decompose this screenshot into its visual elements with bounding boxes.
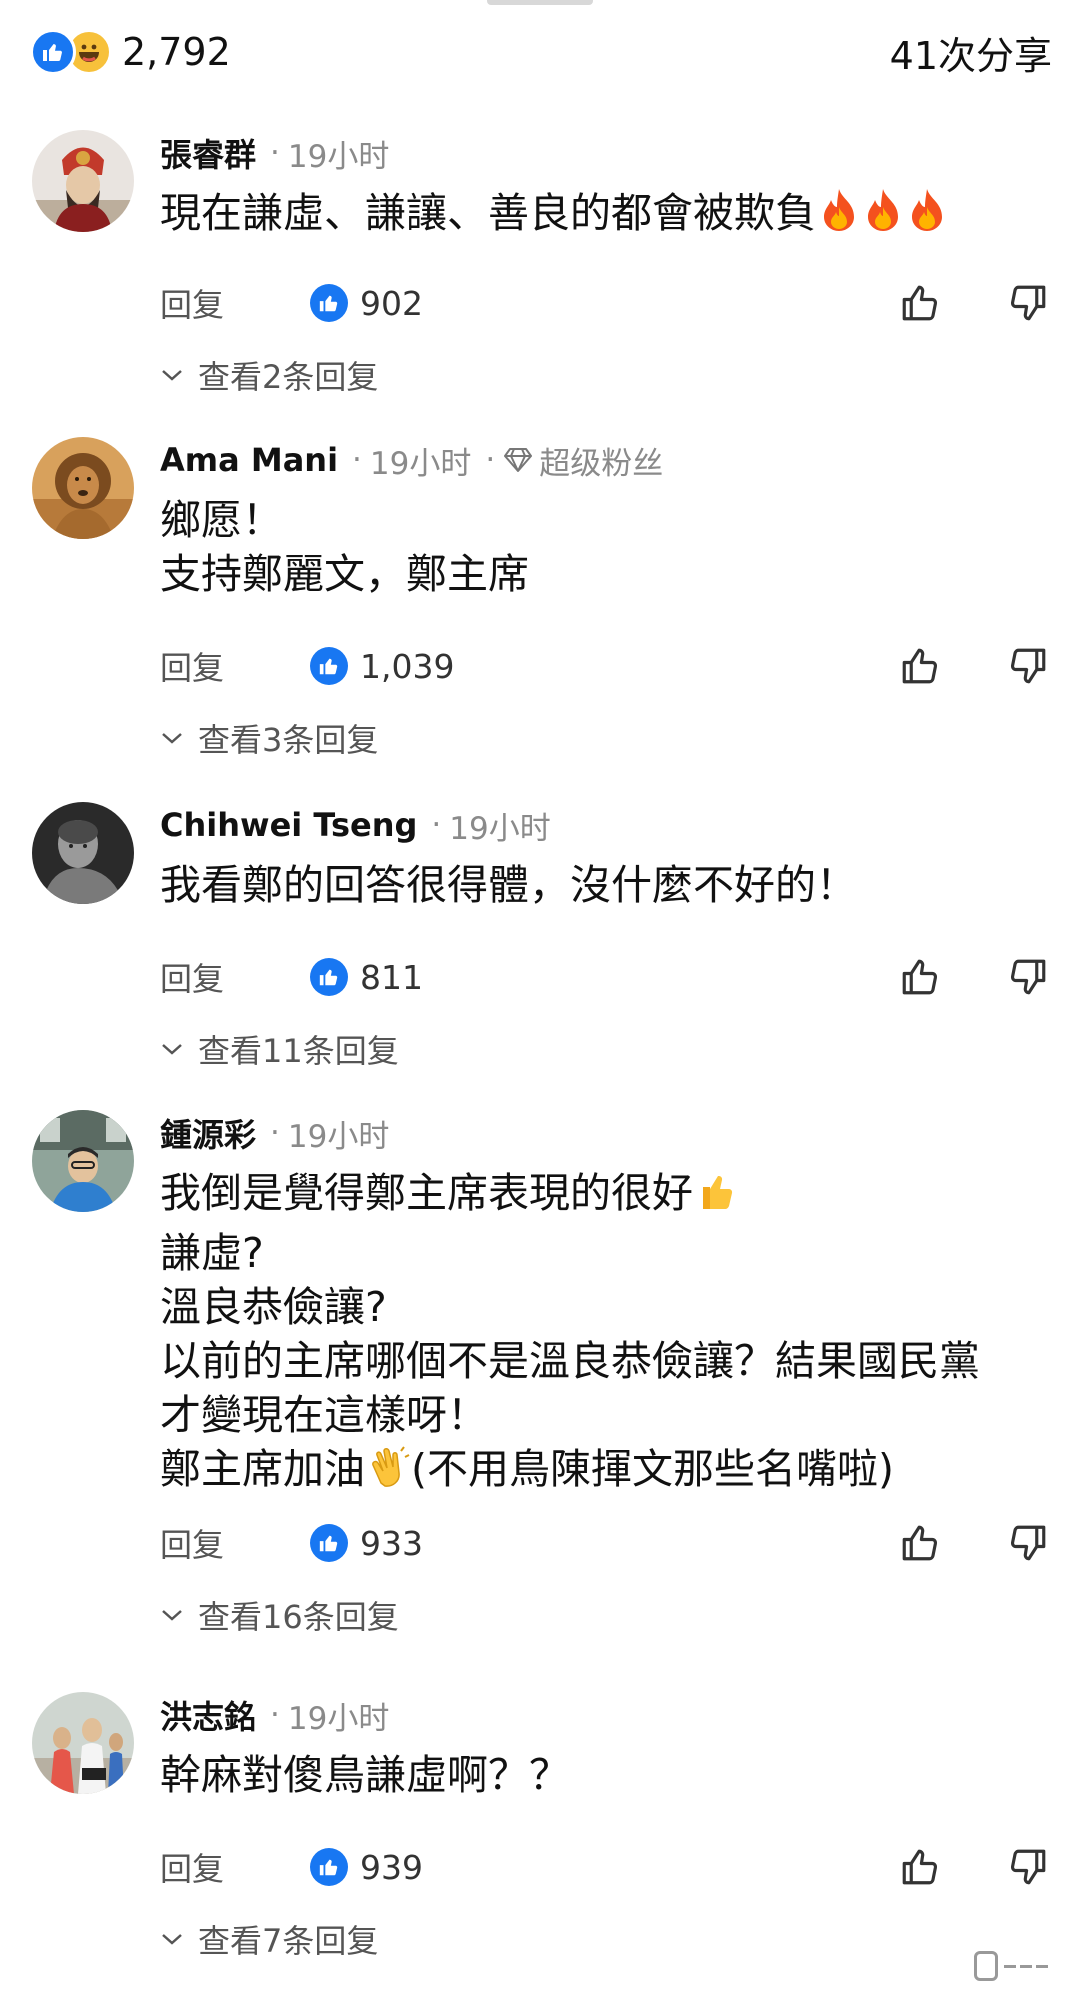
thumbs-up-icon[interactable] (896, 953, 944, 1001)
thumbs-down-icon[interactable] (1004, 1519, 1052, 1567)
thumbs-up-icon[interactable] (896, 279, 944, 327)
sheet-handle[interactable] (487, 0, 593, 5)
comment-time: 19小时 (369, 445, 472, 482)
fire-emoji (862, 187, 904, 246)
chevron-down-icon (162, 733, 182, 744)
chevron-down-icon (162, 370, 182, 381)
thumbs-down-icon[interactable] (1004, 642, 1052, 690)
avatar[interactable] (32, 1692, 134, 1794)
reaction-count: 2,792 (122, 30, 231, 74)
fire-emoji (906, 187, 948, 246)
like-count: 939 (310, 1848, 423, 1887)
share-count[interactable]: 41次分享 (890, 25, 1052, 80)
view-replies-button[interactable]: 查看2条回复 (160, 352, 378, 398)
like-count: 811 (310, 958, 423, 997)
like-icon (310, 958, 348, 996)
diamond-icon (504, 448, 533, 472)
comment-text: 現在謙虛、謙讓、善良的都會被欺負 (160, 186, 1060, 246)
comment-author[interactable]: Ama Mani (160, 441, 338, 479)
comment-text: 鄉愿！ 支持鄭麗文，鄭主席 (160, 496, 529, 598)
comment-author[interactable]: Chihwei Tseng (160, 806, 417, 844)
view-replies-button[interactable]: 查看7条回复 (160, 1916, 378, 1962)
thumbs-up-icon[interactable] (896, 1843, 944, 1891)
like-count: 902 (310, 284, 423, 323)
reply-button[interactable]: 回复 (160, 1844, 310, 1890)
like-icon (310, 1524, 348, 1562)
reactions-header: 2,792 41次分享 (30, 24, 1052, 80)
comment-text: 幹麻對傻鳥謙虛啊？？ (160, 1751, 570, 1799)
view-replies-button[interactable]: 查看11条回复 (160, 1026, 399, 1072)
reply-button[interactable]: 回复 (160, 280, 310, 326)
avatar[interactable] (32, 802, 134, 904)
fire-emoji (818, 187, 860, 246)
thumbs-up-icon[interactable] (896, 642, 944, 690)
comment-author[interactable]: 張睿群 (160, 130, 256, 176)
reaction-summary[interactable]: 2,792 (30, 29, 231, 75)
chevron-down-icon (162, 1044, 182, 1055)
like-count: 1,039 (310, 647, 454, 686)
comment-author[interactable]: 鍾源彩 (160, 1110, 256, 1156)
reply-button[interactable]: 回复 (160, 954, 310, 1000)
avatar[interactable] (32, 437, 134, 539)
clapping-hands-emoji (367, 1443, 411, 1502)
thumbs-up-emoji (695, 1167, 737, 1226)
thumbs-down-icon[interactable] (1004, 279, 1052, 327)
like-icon (310, 284, 348, 322)
comment-text: 我看鄭的回答很得體，沒什麼不好的！ (160, 861, 857, 909)
view-replies-button[interactable]: 查看3条回复 (160, 715, 378, 761)
comment-time: 19小时 (287, 1700, 390, 1737)
chevron-down-icon (162, 1934, 182, 1945)
scroll-indicator (974, 1951, 1052, 1981)
thumbs-down-icon[interactable] (1004, 1843, 1052, 1891)
top-fan-badge: 超级粉丝 (503, 438, 663, 483)
like-icon (310, 647, 348, 685)
comment-author[interactable]: 洪志銘 (160, 1692, 256, 1738)
view-replies-button[interactable]: 查看16条回复 (160, 1592, 399, 1638)
comment-time: 19小时 (287, 1118, 390, 1155)
like-icon (30, 29, 76, 75)
comment-time: 19小时 (449, 810, 551, 847)
chevron-down-icon (162, 1610, 182, 1621)
reply-button[interactable]: 回复 (160, 643, 310, 689)
comment-text: 我倒是覺得鄭主席表現的很好 謙虛? 溫良恭儉讓? 以前的主席哪個不是溫良恭儉讓？… (160, 1166, 1060, 1502)
avatar[interactable] (32, 130, 134, 232)
avatar[interactable] (32, 1110, 134, 1212)
like-icon (310, 1848, 348, 1886)
like-count: 933 (310, 1524, 423, 1563)
comment-time: 19小时 (287, 138, 390, 175)
thumbs-down-icon[interactable] (1004, 953, 1052, 1001)
thumbs-up-icon[interactable] (896, 1519, 944, 1567)
reply-button[interactable]: 回复 (160, 1520, 310, 1566)
